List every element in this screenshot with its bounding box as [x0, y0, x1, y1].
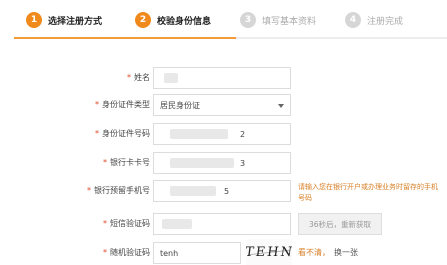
- phone-row: * 银行预留手机号 5 请输入您在银行开户或办理业务时留存的手机号码: [0, 180, 447, 202]
- step-2: 2 校验身份信息: [135, 11, 211, 29]
- chevron-down-icon: [278, 104, 284, 108]
- id-type-row: * 身份证件类型 居民身份证: [0, 94, 447, 116]
- card-number-row: * 银行卡卡号 3: [0, 152, 447, 174]
- card-number-input[interactable]: 3: [153, 152, 291, 174]
- phone-label: * 银行预留手机号: [87, 186, 150, 195]
- step-label: 校验身份信息: [157, 16, 212, 27]
- step-label: 注册完成: [367, 16, 404, 27]
- sms-label: * 短信验证码: [103, 219, 150, 228]
- step-number: 1: [26, 12, 42, 28]
- id-type-select[interactable]: 居民身份证: [153, 94, 291, 116]
- id-type-value: 居民身份证: [160, 100, 200, 110]
- masked-value: [162, 219, 192, 229]
- progress-line: [14, 37, 236, 39]
- id-number-label: * 身份证件号码: [95, 129, 150, 138]
- step-number: 4: [345, 12, 361, 28]
- captcha-value: tenh: [160, 248, 179, 258]
- name-label: * 姓名: [127, 73, 150, 82]
- captcha-text: TEHN: [246, 244, 292, 260]
- step-label: 填写基本资料: [262, 16, 317, 27]
- name-input[interactable]: [153, 67, 291, 89]
- masked-value: [164, 73, 178, 83]
- step-label: 选择注册方式: [48, 16, 103, 27]
- step-1: 1 选择注册方式: [26, 11, 102, 29]
- step-number: 2: [135, 12, 151, 28]
- phone-hint: 请输入您在银行开户或办理业务时留存的手机号码: [298, 183, 438, 202]
- captcha-row: * 随机验证码 tenh TEHN 看不清， 换一张: [0, 239, 447, 265]
- step-4: 4 注册完成: [345, 11, 403, 29]
- captcha-image[interactable]: TEHN: [246, 239, 292, 265]
- progress-line-remaining: [236, 37, 447, 39]
- registration-steps: 1 选择注册方式 2 校验身份信息 3 填写基本资料 4 注册完成: [0, 0, 447, 40]
- refresh-captcha-link[interactable]: 换一张: [334, 248, 358, 257]
- masked-value: [170, 186, 216, 196]
- masked-value: [170, 129, 228, 139]
- sms-input[interactable]: [153, 213, 291, 235]
- step-3: 3 填写基本资料: [240, 11, 316, 29]
- masked-value: [170, 158, 234, 168]
- id-number-row: * 身份证件号码 2: [0, 123, 447, 145]
- captcha-input[interactable]: tenh: [153, 242, 241, 264]
- resend-sms-button[interactable]: 36秒后，重新获取: [298, 213, 382, 235]
- sms-row: * 短信验证码 36秒后，重新获取: [0, 213, 447, 235]
- phone-input[interactable]: 5: [153, 180, 291, 202]
- id-number-input[interactable]: 2: [153, 123, 291, 145]
- id-type-label: * 身份证件类型: [95, 100, 150, 109]
- step-number: 3: [240, 12, 256, 28]
- captcha-hint: 看不清， 换一张: [298, 248, 358, 257]
- card-number-label: * 银行卡卡号: [103, 158, 150, 167]
- name-row: * 姓名: [0, 67, 447, 89]
- captcha-label: * 随机验证码: [103, 248, 150, 257]
